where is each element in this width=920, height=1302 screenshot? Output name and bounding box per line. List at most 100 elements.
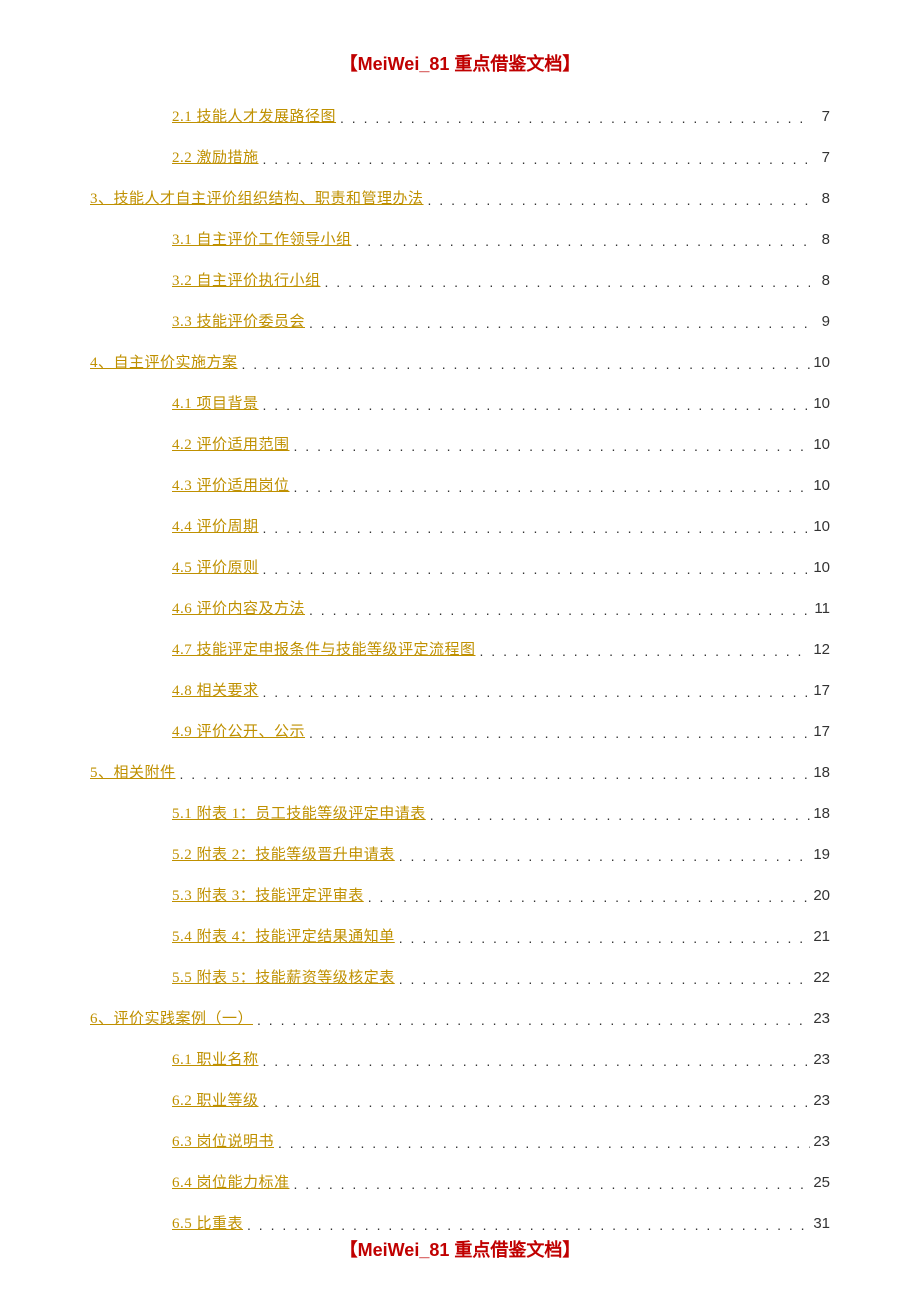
toc-entry-leader	[290, 478, 810, 498]
toc-entry-leader	[426, 806, 810, 826]
toc-entry-label[interactable]: 3.3 技能评价委员会	[172, 312, 305, 333]
toc-entry: 6、评价实践案例（一） 23	[90, 1008, 830, 1030]
toc-entry-label[interactable]: 5.4 附表 4：技能评定结果通知单	[172, 927, 395, 948]
toc-entry-label[interactable]: 5.3 附表 3：技能评定评审表	[172, 886, 364, 907]
toc-entry-page: 8	[810, 270, 830, 291]
toc-entry-label[interactable]: 6.3 岗位说明书	[172, 1132, 274, 1153]
toc-entry-leader	[336, 109, 810, 129]
toc-entry-leader	[259, 150, 810, 170]
toc-entry-leader	[259, 519, 810, 539]
toc-entry-leader	[290, 437, 810, 457]
toc-entry: 6.5 比重表 31	[90, 1213, 830, 1235]
toc-entry-leader	[476, 642, 810, 662]
toc-entry-label[interactable]: 4、自主评价实施方案	[90, 353, 238, 374]
toc-entry-label[interactable]: 6.5 比重表	[172, 1214, 243, 1235]
toc-entry-label[interactable]: 6.2 职业等级	[172, 1091, 259, 1112]
toc-entry-label[interactable]: 4.7 技能评定申报条件与技能等级评定流程图	[172, 640, 476, 661]
toc-entry-page: 10	[810, 434, 830, 455]
toc-entry-leader	[321, 273, 810, 293]
toc-entry-page: 10	[810, 516, 830, 537]
toc-entry: 3、技能人才自主评价组织结构、职责和管理办法 8	[90, 188, 830, 210]
toc-entry: 5.5 附表 5：技能薪资等级核定表 22	[90, 967, 830, 989]
toc-entry: 6.1 职业名称 23	[90, 1049, 830, 1071]
toc-entry-label[interactable]: 3.2 自主评价执行小组	[172, 271, 321, 292]
toc-entry-label[interactable]: 5.1 附表 1：员工技能等级评定申请表	[172, 804, 426, 825]
toc-entry-label[interactable]: 3.1 自主评价工作领导小组	[172, 230, 352, 251]
toc-entry-label[interactable]: 4.3 评价适用岗位	[172, 476, 290, 497]
toc-entry-page: 23	[810, 1049, 830, 1070]
toc-entry: 4.8 相关要求 17	[90, 680, 830, 702]
toc-entry-leader	[243, 1216, 810, 1236]
toc-entry-label[interactable]: 4.2 评价适用范围	[172, 435, 290, 456]
toc-entry-page: 7	[810, 106, 830, 127]
toc-entry: 2.2 激励措施 7	[90, 147, 830, 169]
toc-entry-page: 17	[810, 680, 830, 701]
toc-entry-label[interactable]: 2.2 激励措施	[172, 148, 259, 169]
toc-entry-page: 23	[810, 1090, 830, 1111]
toc-entry-label[interactable]: 4.8 相关要求	[172, 681, 259, 702]
toc-entry-leader	[424, 191, 810, 211]
toc-entry: 4.2 评价适用范围 10	[90, 434, 830, 456]
toc-entry-page: 10	[810, 557, 830, 578]
toc-entry-leader	[259, 683, 810, 703]
toc-entry: 4.3 评价适用岗位 10	[90, 475, 830, 497]
toc-entry-leader	[305, 314, 810, 334]
toc-entry-page: 21	[810, 926, 830, 947]
toc-entry-leader	[259, 1052, 810, 1072]
toc-entry-leader	[395, 929, 810, 949]
toc-entry-leader	[259, 396, 810, 416]
toc-entry-label[interactable]: 5.5 附表 5：技能薪资等级核定表	[172, 968, 395, 989]
toc-entry-page: 18	[810, 803, 830, 824]
toc-entry-label[interactable]: 6、评价实践案例（一）	[90, 1009, 253, 1030]
toc-entry-page: 8	[810, 229, 830, 250]
table-of-contents: 2.1 技能人才发展路径图 7 2.2 激励措施 7 3、技能人才自主评价组织结构、职责…	[90, 106, 830, 1235]
toc-entry: 4.9 评价公开、公示 17	[90, 721, 830, 743]
toc-entry: 2.1 技能人才发展路径图 7	[90, 106, 830, 128]
toc-entry-leader	[176, 765, 810, 785]
toc-entry-page: 22	[810, 967, 830, 988]
toc-entry: 6.4 岗位能力标准 25	[90, 1172, 830, 1194]
toc-entry: 6.3 岗位说明书23	[90, 1131, 830, 1153]
toc-entry-leader	[395, 847, 810, 867]
toc-entry-label[interactable]: 6.1 职业名称	[172, 1050, 259, 1071]
toc-entry: 4、自主评价实施方案10	[90, 352, 830, 374]
toc-entry-label[interactable]: 5.2 附表 2：技能等级晋升申请表	[172, 845, 395, 866]
toc-entry-page: 12	[810, 639, 830, 660]
toc-entry-leader	[395, 970, 810, 990]
toc-entry-leader	[352, 232, 810, 252]
toc-entry: 4.1 项目背景10	[90, 393, 830, 415]
toc-entry-page: 11	[810, 598, 830, 619]
toc-entry-label[interactable]: 4.6 评价内容及方法	[172, 599, 305, 620]
toc-entry-page: 23	[810, 1008, 830, 1029]
toc-entry-label[interactable]: 4.9 评价公开、公示	[172, 722, 305, 743]
toc-entry-page: 18	[810, 762, 830, 783]
toc-entry: 4.5 评价原则 10	[90, 557, 830, 579]
toc-entry-page: 8	[810, 188, 830, 209]
toc-entry-page: 20	[810, 885, 830, 906]
toc-entry-label[interactable]: 4.4 评价周期	[172, 517, 259, 538]
toc-entry-page: 7	[810, 147, 830, 168]
toc-entry-label[interactable]: 4.5 评价原则	[172, 558, 259, 579]
toc-entry-leader	[274, 1134, 810, 1154]
toc-entry-label[interactable]: 6.4 岗位能力标准	[172, 1173, 290, 1194]
toc-entry-leader	[259, 560, 810, 580]
toc-entry-label[interactable]: 3、技能人才自主评价组织结构、职责和管理办法	[90, 189, 424, 210]
toc-entry: 4.7 技能评定申报条件与技能等级评定流程图 12	[90, 639, 830, 661]
toc-entry-page: 19	[810, 844, 830, 865]
page-footer-title: 【MeiWei_81 重点借鉴文档】	[0, 1236, 920, 1262]
toc-entry-page: 17	[810, 721, 830, 742]
toc-entry-page: 25	[810, 1172, 830, 1193]
toc-entry: 4.4 评价周期 10	[90, 516, 830, 538]
toc-entry: 4.6 评价内容及方法 11	[90, 598, 830, 620]
toc-entry: 5、相关附件 18	[90, 762, 830, 784]
toc-entry-label[interactable]: 5、相关附件	[90, 763, 176, 784]
toc-entry: 5.1 附表 1：员工技能等级评定申请表 18	[90, 803, 830, 825]
toc-entry-label[interactable]: 4.1 项目背景	[172, 394, 259, 415]
toc-entry-label[interactable]: 2.1 技能人才发展路径图	[172, 107, 336, 128]
toc-entry-leader	[364, 888, 810, 908]
toc-entry-page: 9	[810, 311, 830, 332]
toc-entry-page: 10	[810, 475, 830, 496]
toc-entry: 3.2 自主评价执行小组 8	[90, 270, 830, 292]
toc-entry-page: 31	[810, 1213, 830, 1234]
toc-entry: 5.2 附表 2：技能等级晋升申请表 19	[90, 844, 830, 866]
